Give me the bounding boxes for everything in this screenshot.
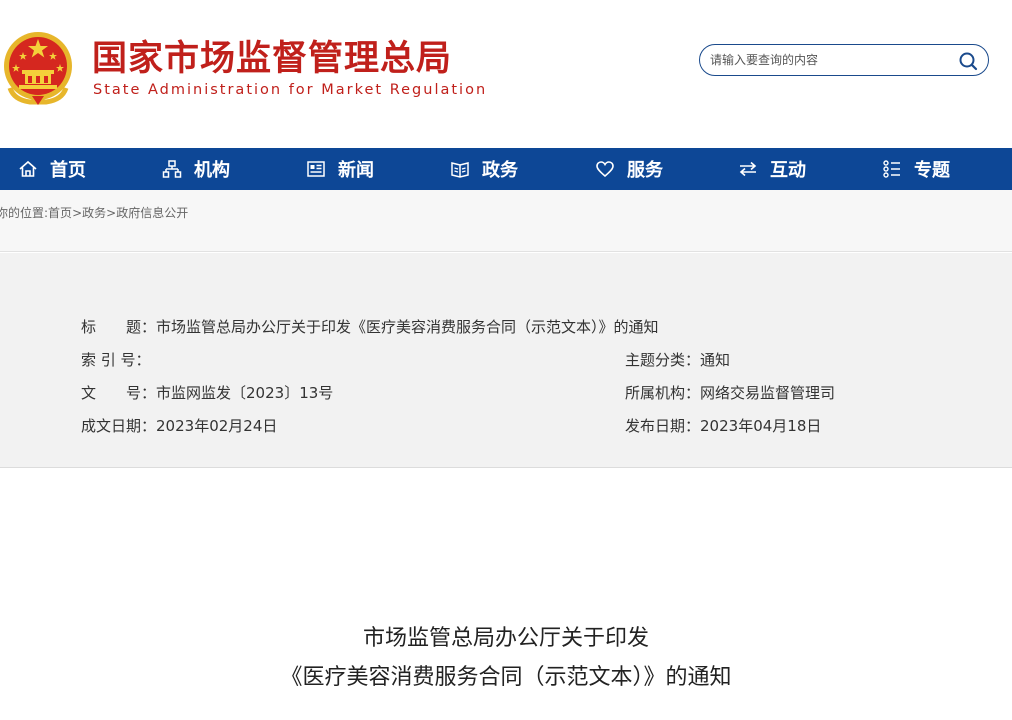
search-input[interactable] <box>710 50 940 70</box>
info-label: 发布日期： <box>625 417 701 435</box>
heart-icon <box>596 161 614 178</box>
nav-item-org[interactable]: 机构 <box>162 148 230 190</box>
info-value: 通知 <box>700 351 731 369</box>
info-label: 成文日期： <box>81 417 157 435</box>
breadcrumb-link-gov[interactable]: 政务 <box>82 206 106 220</box>
document-title-line2: 《医疗美容消费服务合同（示范文本）》的通知 <box>280 665 732 690</box>
breadcrumb-separator: > <box>106 206 117 220</box>
info-label: 主题分类： <box>625 351 701 369</box>
breadcrumb-link-home[interactable]: 首页 <box>48 206 72 220</box>
info-value: 2023年04月18日 <box>700 417 822 435</box>
nav-label: 政务 <box>482 160 518 181</box>
nav-label: 服务 <box>627 160 663 181</box>
nav-item-news[interactable]: 新闻 <box>306 148 374 190</box>
info-created-row: 成文日期：2023年02月24日 <box>81 416 277 436</box>
breadcrumb-separator: > <box>72 206 83 220</box>
nav-label: 互动 <box>770 160 806 181</box>
org-chart-icon <box>162 160 182 178</box>
news-icon <box>307 161 325 177</box>
breadcrumb-prefix: 你的位置: <box>0 206 49 220</box>
national-emblem-icon <box>4 32 72 105</box>
topics-grid-icon <box>883 160 900 178</box>
info-docno-row: 文 号：市监网监发〔2023〕13号 <box>81 383 333 403</box>
document-info-panel: 标 题：市场监管总局办公厅关于印发《医疗美容消费服务合同（示范文本）》的通知 索… <box>0 253 1012 468</box>
nav-item-topics[interactable]: 专题 <box>882 148 950 190</box>
nav-item-gov[interactable]: 政务 <box>450 148 518 190</box>
search-box <box>699 44 989 76</box>
info-label: 索 引 号： <box>81 351 151 369</box>
site-header: 国家市场监督管理总局 State Administration for Mark… <box>0 0 1012 148</box>
info-value: 市场监管总局办公厅关于印发《医疗美容消费服务合同（示范文本）》的通知 <box>156 318 659 336</box>
exchange-arrows-icon <box>739 161 757 177</box>
nav-item-service[interactable]: 服务 <box>595 148 663 190</box>
breadcrumb-link-info-disclosure[interactable]: 政府信息公开 <box>116 206 188 220</box>
nav-item-home[interactable]: 首页 <box>18 148 86 190</box>
nav-label: 专题 <box>914 160 950 181</box>
info-published-row: 发布日期：2023年04月18日 <box>625 416 821 436</box>
site-title-cn: 国家市场监督管理总局 <box>92 38 453 79</box>
info-topic-row: 主题分类：通知 <box>625 350 730 370</box>
info-label: 文 号： <box>81 384 157 402</box>
info-org-row: 所属机构：网络交易监督管理司 <box>625 383 835 403</box>
info-label: 标 题： <box>81 318 157 336</box>
info-title-row: 标 题：市场监管总局办公厅关于印发《医疗美容消费服务合同（示范文本）》的通知 <box>81 317 659 337</box>
document-title-line1: 市场监管总局办公厅关于印发 <box>362 626 649 651</box>
site-title-en: State Administration for Market Regulati… <box>93 82 488 98</box>
main-nav: 首页 机构 新闻 政务 服务 互动 专题 <box>0 148 1012 190</box>
breadcrumb: 你的位置:首页>政务>政府信息公开 <box>0 204 188 221</box>
info-value: 2023年02月24日 <box>156 417 278 435</box>
info-label: 所属机构： <box>625 384 701 402</box>
nav-label: 新闻 <box>338 160 374 181</box>
search-icon[interactable] <box>958 51 978 71</box>
info-index-row: 索 引 号： <box>81 350 151 370</box>
nav-label: 首页 <box>50 160 86 181</box>
gov-book-icon <box>451 162 469 178</box>
home-icon <box>19 160 37 177</box>
info-value: 市监网监发〔2023〕13号 <box>156 384 334 402</box>
nav-label: 机构 <box>194 160 230 181</box>
info-value: 网络交易监督管理司 <box>700 384 836 402</box>
nav-item-interact[interactable]: 互动 <box>738 148 806 190</box>
breadcrumb-bar: 你的位置:首页>政务>政府信息公开 <box>0 190 1012 252</box>
